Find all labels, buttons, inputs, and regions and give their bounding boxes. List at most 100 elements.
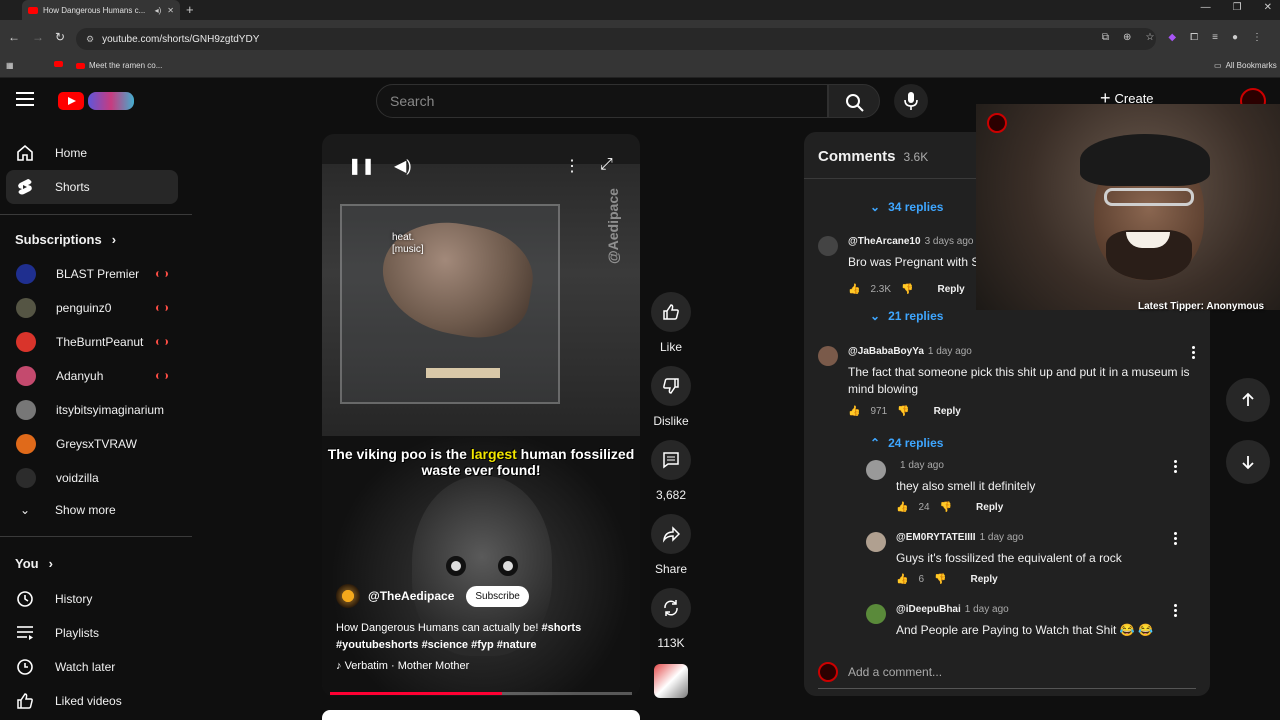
address-bar[interactable]: ⚙ youtube.com/shorts/GNH9zgtdYDY — [76, 28, 1156, 50]
browser-tab[interactable]: How Dangerous Humans c... ◂) ✕ — [22, 0, 180, 20]
thumbs-up-icon[interactable]: 👍 — [896, 502, 908, 513]
sidebar-sub-item[interactable]: penguinz0 — [6, 291, 178, 325]
minimize-icon[interactable]: — — [1201, 2, 1211, 13]
webcam-glasses — [1104, 188, 1194, 206]
speaker-icon[interactable]: ◂) — [155, 6, 162, 15]
like-button[interactable]: Like — [650, 292, 692, 354]
thumbs-up-icon[interactable]: 👍 — [896, 574, 908, 585]
maximize-icon[interactable]: ❐ — [1233, 2, 1242, 13]
fullscreen-icon[interactable]: ⤢ — [600, 156, 613, 174]
reply-button[interactable]: Reply — [976, 502, 1003, 513]
reply-button[interactable]: Reply — [934, 406, 961, 417]
hide-replies-button[interactable]: ⌃ 24 replies — [870, 436, 943, 450]
share-button[interactable]: Share — [650, 514, 692, 576]
arrow-up-icon — [1242, 392, 1254, 406]
profile-icon[interactable]: ● — [1232, 32, 1238, 43]
youtube-logo[interactable] — [58, 92, 84, 110]
zoom-icon[interactable]: ⊕ — [1123, 32, 1131, 43]
remix-button[interactable]: 113K — [650, 588, 692, 650]
thumbs-up-icon[interactable]: 👍 — [848, 284, 860, 295]
eye-graphic — [498, 556, 518, 576]
thumbs-down-icon[interactable]: 👎 — [940, 502, 952, 513]
volume-icon[interactable]: ◀) — [394, 156, 412, 176]
music-info[interactable]: ♪ Verbatim · Mother Mother — [336, 660, 469, 672]
sound-thumbnail[interactable] — [654, 664, 688, 698]
sidebar-sub-item[interactable]: TheBurntPeanut — [6, 325, 178, 359]
commenter-avatar[interactable] — [866, 532, 886, 552]
you-heading[interactable]: You › — [15, 556, 53, 571]
sidebar-item-playlists[interactable]: Playlists — [6, 616, 178, 650]
voice-search-button[interactable] — [894, 84, 928, 118]
sidebar-sub-item[interactable]: voidzilla — [6, 461, 178, 495]
thumbs-down-icon[interactable]: 👎 — [901, 284, 913, 295]
comment-menu-icon[interactable] — [1174, 604, 1178, 617]
channel-avatar — [16, 400, 36, 420]
hamburger-menu-icon[interactable] — [16, 92, 34, 106]
subscriptions-heading[interactable]: Subscriptions › — [15, 232, 116, 247]
sidebar-sub-item[interactable]: GreysxTVRAW — [6, 427, 178, 461]
window-controls: — ❐ ✕ — [1201, 2, 1272, 13]
view-replies-button[interactable]: ⌄ 34 replies — [870, 200, 943, 214]
youtube-doodle[interactable] — [88, 92, 134, 110]
commenter-avatar[interactable] — [866, 460, 886, 480]
new-tab-button[interactable]: + — [186, 2, 194, 17]
video-title[interactable]: How Dangerous Humans can actually be! #s… — [336, 620, 626, 654]
bookmark-ramen[interactable]: Meet the ramen co... — [76, 61, 162, 70]
add-comment-input[interactable]: Add a comment... — [818, 662, 1196, 689]
channel-avatar[interactable] — [336, 584, 360, 608]
show-more-button[interactable]: ⌄ Show more — [6, 493, 178, 527]
search-input[interactable]: Search — [376, 84, 828, 118]
sidebar-item-watch-later[interactable]: Watch later — [6, 650, 178, 684]
comment-icon — [651, 440, 691, 480]
channel-name[interactable]: @TheAedipace — [368, 589, 454, 603]
thumbs-up-icon — [15, 691, 35, 711]
search-button[interactable] — [828, 84, 880, 118]
all-bookmarks[interactable]: ▭ All Bookmarks — [1214, 61, 1277, 70]
subscribe-button[interactable]: Subscribe — [466, 585, 529, 607]
commenter-avatar[interactable] — [866, 604, 886, 624]
dislike-button[interactable]: Dislike — [650, 366, 692, 428]
commenter-avatar[interactable] — [818, 236, 838, 256]
extension-icon[interactable]: ◆ — [1168, 32, 1176, 43]
progress-bar[interactable] — [330, 692, 632, 695]
thumbs-up-icon[interactable]: 👍 — [848, 406, 860, 417]
sidebar-item-history[interactable]: History — [6, 582, 178, 616]
comment-menu-icon[interactable] — [1192, 346, 1196, 359]
thumbs-down-icon[interactable]: 👎 — [934, 574, 946, 585]
bookmark-youtube[interactable] — [54, 61, 63, 67]
close-window-icon[interactable]: ✕ — [1264, 2, 1272, 13]
channel-avatar — [16, 468, 36, 488]
browser-menu-icon[interactable]: ⋮ — [1252, 32, 1262, 43]
more-options-icon[interactable]: ⋮ — [564, 156, 580, 176]
sidebar-sub-item[interactable]: itsybitsyimaginarium — [6, 393, 178, 427]
chevron-right-icon: › — [48, 556, 53, 571]
view-replies-button[interactable]: ⌄ 21 replies — [870, 309, 943, 323]
reload-icon[interactable]: ↻ — [55, 30, 65, 44]
reply-button[interactable]: Reply — [970, 574, 997, 585]
puzzle-icon[interactable]: ⧠ — [1190, 32, 1198, 43]
back-icon[interactable]: ← — [8, 30, 20, 44]
sidebar-item-home[interactable]: Home — [6, 136, 178, 170]
shorts-video-player[interactable]: heat. [music] @Aedipace The viking poo is… — [322, 134, 640, 696]
apps-icon[interactable]: ▦ — [6, 61, 14, 70]
thumbs-down-icon[interactable]: 👎 — [897, 406, 909, 417]
chevron-down-icon: ⌄ — [870, 200, 881, 214]
bookmark-star-icon[interactable]: ☆ — [1145, 32, 1154, 43]
sidebar-item-shorts[interactable]: Shorts — [6, 170, 178, 204]
sidebar-sub-item[interactable]: BLAST Premier — [6, 257, 178, 291]
reading-list-icon[interactable]: ≡ — [1212, 32, 1218, 43]
install-icon[interactable]: ⧉ — [1102, 32, 1109, 43]
sidebar-item-liked-videos[interactable]: Liked videos — [6, 684, 178, 718]
comments-button[interactable]: 3,682 — [650, 440, 692, 502]
previous-short-button[interactable] — [1226, 378, 1270, 422]
forward-icon[interactable]: → — [32, 30, 44, 44]
comment-menu-icon[interactable] — [1174, 460, 1178, 473]
reply-button[interactable]: Reply — [937, 284, 964, 295]
site-info-icon[interactable]: ⚙ — [86, 34, 94, 45]
next-short-button[interactable] — [1226, 440, 1270, 484]
comment-menu-icon[interactable] — [1174, 532, 1178, 545]
close-tab-icon[interactable]: ✕ — [167, 6, 174, 15]
sidebar-sub-item[interactable]: Adanyuh — [6, 359, 178, 393]
commenter-avatar[interactable] — [818, 346, 838, 366]
pause-icon[interactable]: ❚❚ — [348, 156, 375, 176]
